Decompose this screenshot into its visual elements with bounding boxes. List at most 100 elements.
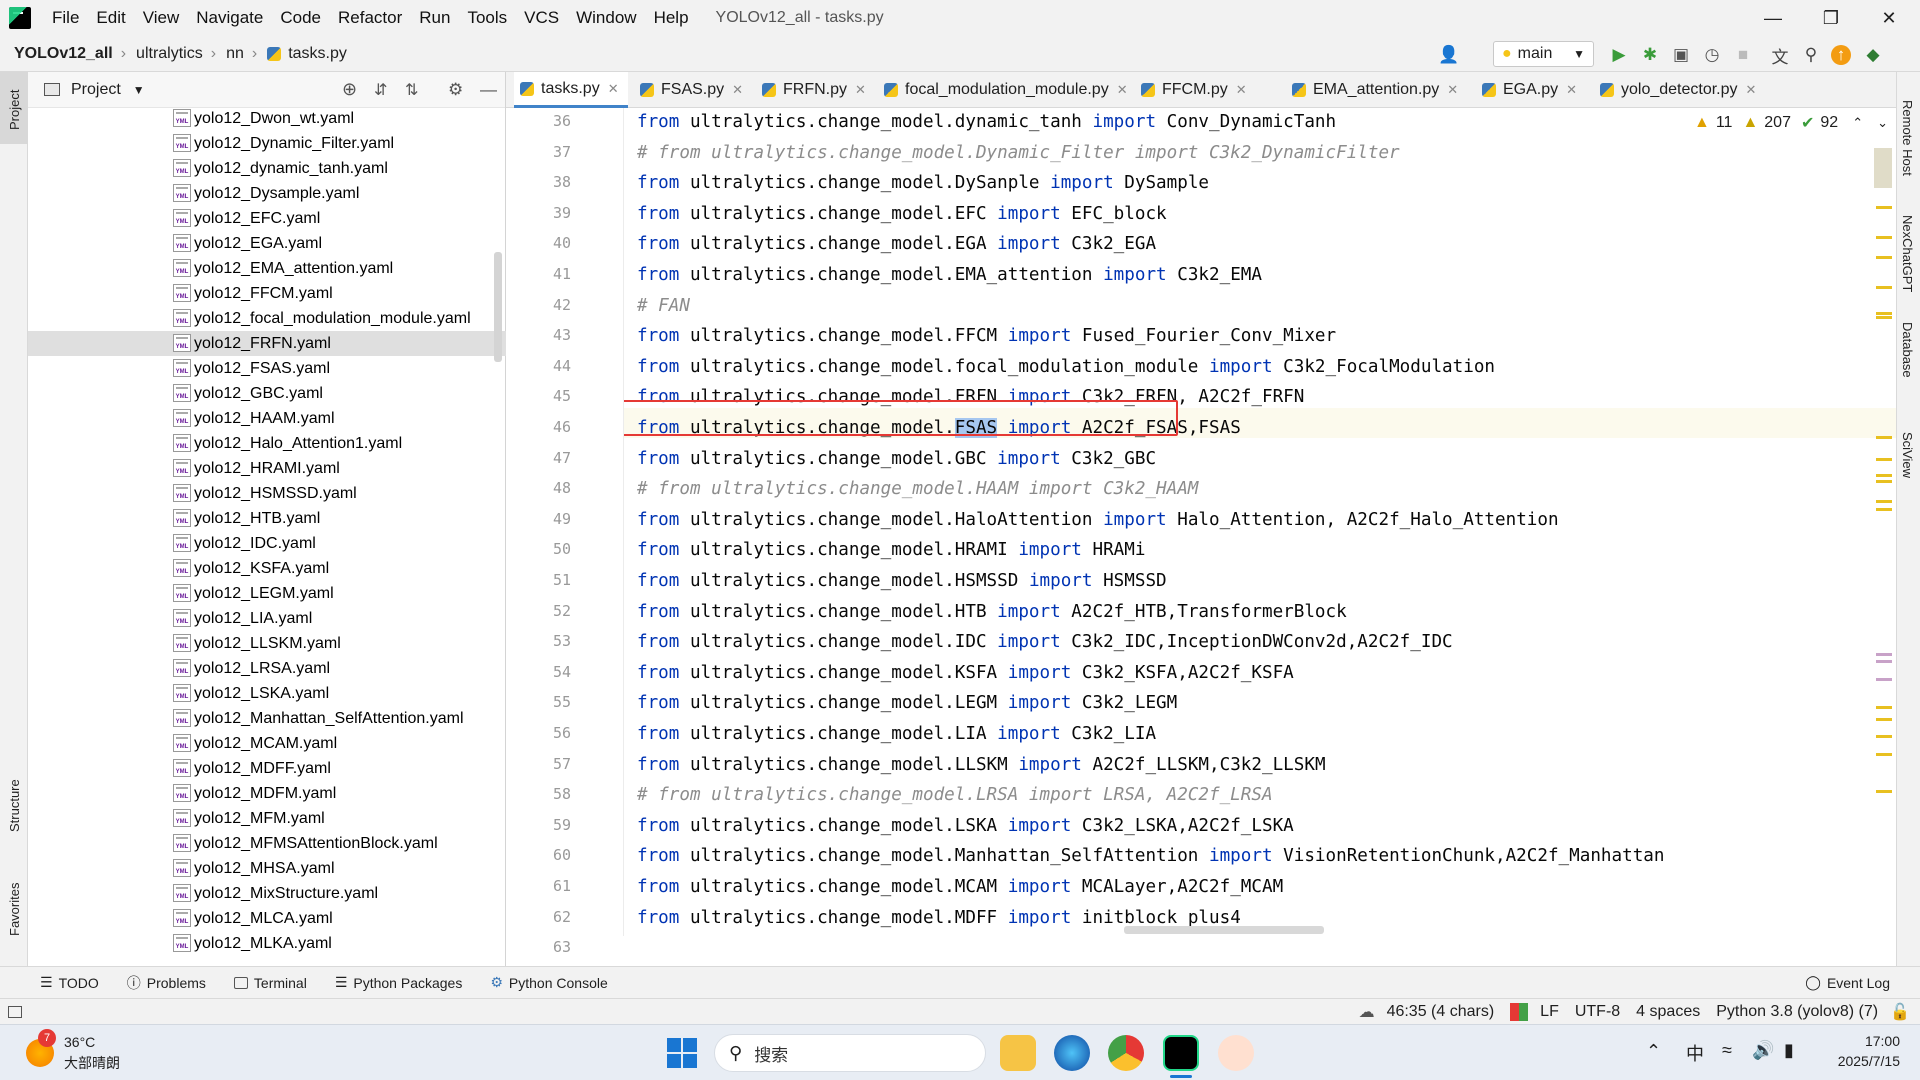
breadcrumb-folder[interactable]: nn: [226, 45, 244, 63]
file-tree-item[interactable]: YML yolo12_Manhattan_SelfAttention.yaml: [28, 706, 506, 731]
menu-navigate[interactable]: Navigate: [196, 8, 263, 28]
file-tree-item[interactable]: YML yolo12_FFCM.yaml: [28, 281, 506, 306]
search-icon[interactable]: ⚲: [1800, 44, 1822, 66]
toggle-tool-windows-icon[interactable]: [8, 1005, 22, 1018]
problems-tool-button[interactable]: ⓘ Problems: [127, 973, 206, 993]
editor-tab[interactable]: FSAS.py ✕: [634, 72, 748, 108]
file-tree-item[interactable]: YML yolo12_LIA.yaml: [28, 606, 506, 631]
inspection-widget[interactable]: ▲ 11 ▲ 207 ✔ 92 ⌃ ⌄: [1685, 108, 1896, 138]
structure-tool-tab[interactable]: Structure: [7, 779, 22, 832]
editor-tab[interactable]: yolo_detector.py ✕: [1594, 72, 1762, 108]
menu-window[interactable]: Window: [576, 8, 636, 28]
file-tree-item[interactable]: YML yolo12_MDFF.yaml: [28, 756, 506, 781]
file-tree-item[interactable]: YML yolo12_focal_modulation_module.yaml: [28, 306, 506, 331]
python-interpreter[interactable]: Python 3.8 (yolov8) (7): [1716, 1003, 1878, 1021]
file-tree-item[interactable]: YML yolo12_GBC.yaml: [28, 381, 506, 406]
stripe-marker[interactable]: [1876, 480, 1892, 483]
menu-tools[interactable]: Tools: [467, 8, 507, 28]
menu-code[interactable]: Code: [280, 8, 321, 28]
sciview-tool-tab[interactable]: SciView: [1900, 432, 1915, 478]
caret-position[interactable]: 46:35 (4 chars): [1387, 1003, 1495, 1021]
close-tab-icon[interactable]: ✕: [1236, 82, 1247, 98]
chevron-up-icon[interactable]: ⌃: [1852, 115, 1863, 131]
file-tree-item[interactable]: YML yolo12_Dynamic_Filter.yaml: [28, 131, 506, 156]
editor-tab[interactable]: FRFN.py ✕: [756, 72, 870, 108]
file-tree-item[interactable]: YML yolo12_MFM.yaml: [28, 806, 506, 831]
python-console-tool-button[interactable]: ⚙ Python Console: [490, 974, 607, 991]
close-tab-icon[interactable]: ✕: [1117, 82, 1128, 98]
stripe-marker[interactable]: [1876, 660, 1892, 663]
pycharm-taskbar-icon[interactable]: [1163, 1035, 1199, 1071]
edge-browser-icon[interactable]: [1054, 1035, 1090, 1071]
file-tree-item[interactable]: YML yolo12_HAAM.yaml: [28, 406, 506, 431]
input-method-indicator[interactable]: 中: [1686, 1040, 1704, 1066]
coverage-icon[interactable]: ▣: [1670, 44, 1692, 66]
stripe-marker[interactable]: [1876, 508, 1892, 511]
stripe-marker[interactable]: [1876, 316, 1892, 319]
stripe-marker[interactable]: [1876, 256, 1892, 259]
file-explorer-icon[interactable]: [1000, 1035, 1036, 1071]
close-tab-icon[interactable]: ✕: [608, 81, 619, 97]
file-tree-item[interactable]: YML yolo12_LLSKM.yaml: [28, 631, 506, 656]
file-tree-item[interactable]: YML yolo12_FSAS.yaml: [28, 356, 506, 381]
file-tree-item[interactable]: YML yolo12_Halo_Attention1.yaml: [28, 431, 506, 456]
file-tree-item[interactable]: YML yolo12_EGA.yaml: [28, 231, 506, 256]
stripe-marker[interactable]: [1876, 718, 1892, 721]
line-separator[interactable]: LF: [1540, 1003, 1559, 1021]
breadcrumb-project[interactable]: YOLOv12_all: [14, 45, 113, 63]
close-tab-icon[interactable]: ✕: [855, 82, 866, 98]
stripe-marker[interactable]: [1876, 653, 1892, 656]
file-tree-item[interactable]: YML yolo12_EMA_attention.yaml: [28, 256, 506, 281]
menu-run[interactable]: Run: [419, 8, 450, 28]
stripe-marker[interactable]: [1876, 500, 1892, 503]
clock-date[interactable]: 2025/7/15: [1814, 1053, 1900, 1069]
close-tab-icon[interactable]: ✕: [1447, 82, 1458, 98]
file-tree-item[interactable]: YML yolo12_MLCA.yaml: [28, 906, 506, 931]
indent-setting[interactable]: 4 spaces: [1636, 1003, 1700, 1021]
stripe-marker[interactable]: [1876, 458, 1892, 461]
menu-vcs[interactable]: VCS: [524, 8, 559, 28]
wifi-icon[interactable]: ≈: [1722, 1040, 1732, 1061]
taskbar-search[interactable]: ⚲ 搜索: [714, 1034, 986, 1072]
nexchatgpt-tool-tab[interactable]: NexChatGPT: [1900, 215, 1915, 292]
breadcrumb-file[interactable]: tasks.py: [267, 45, 347, 63]
editor-tab[interactable]: EMA_attention.py ✕: [1286, 72, 1469, 108]
file-tree-item[interactable]: YML yolo12_MLKA.yaml: [28, 931, 506, 956]
menu-file[interactable]: File: [52, 8, 79, 28]
clock-time[interactable]: 17:00: [1824, 1033, 1900, 1049]
stripe-marker[interactable]: [1876, 312, 1892, 315]
database-tool-tab[interactable]: Database: [1900, 322, 1915, 378]
user-icon[interactable]: 👤: [1438, 44, 1460, 66]
run-configuration-select[interactable]: ● main ▼: [1493, 41, 1594, 67]
minimize-icon[interactable]: —: [1744, 0, 1802, 36]
file-tree-item[interactable]: YML yolo12_EFC.yaml: [28, 206, 506, 231]
scroll-thumb[interactable]: [1874, 148, 1892, 188]
avatar-app-icon[interactable]: [1218, 1035, 1254, 1071]
horizontal-scrollbar[interactable]: [1124, 926, 1324, 934]
run-icon[interactable]: ▶: [1608, 44, 1630, 66]
file-tree-item[interactable]: YML yolo12_Dwon_wt.yaml: [28, 106, 506, 131]
chevron-down-icon[interactable]: ▼: [133, 83, 145, 97]
remote-host-tool-tab[interactable]: Remote Host: [1900, 100, 1915, 176]
file-tree-item[interactable]: YML yolo12_FRFN.yaml: [28, 331, 506, 356]
file-tree-item[interactable]: YML yolo12_LSKA.yaml: [28, 681, 506, 706]
editor-tab[interactable]: tasks.py ✕: [514, 72, 628, 108]
file-tree-item[interactable]: YML yolo12_MixStructure.yaml: [28, 881, 506, 906]
stripe-marker[interactable]: [1876, 236, 1892, 239]
windows-start-icon[interactable]: [664, 1035, 700, 1071]
restore-icon[interactable]: ❐: [1802, 0, 1860, 36]
update-icon[interactable]: ↑: [1831, 45, 1851, 65]
file-tree-item[interactable]: YML yolo12_LEGM.yaml: [28, 581, 506, 606]
file-tree-item[interactable]: YML yolo12_HSMSSD.yaml: [28, 481, 506, 506]
event-log-tool-button[interactable]: ◯ Event Log: [1805, 974, 1890, 991]
expand-all-icon[interactable]: ⇵: [374, 80, 387, 100]
menu-edit[interactable]: Edit: [96, 8, 125, 28]
editor-tab[interactable]: EGA.py ✕: [1476, 72, 1588, 108]
chrome-icon[interactable]: [1108, 1035, 1144, 1071]
file-tree-item[interactable]: YML yolo12_MCAM.yaml: [28, 731, 506, 756]
breadcrumb-package[interactable]: ultralytics: [136, 45, 203, 63]
translate-icon[interactable]: 文: [1769, 44, 1791, 67]
close-tab-icon[interactable]: ✕: [1566, 82, 1577, 98]
weather-description[interactable]: 大部晴朗: [64, 1053, 120, 1073]
code-view[interactable]: ▲ 11 ▲ 207 ✔ 92 ⌃ ⌄ from ultralytics.change…: [624, 108, 1896, 936]
